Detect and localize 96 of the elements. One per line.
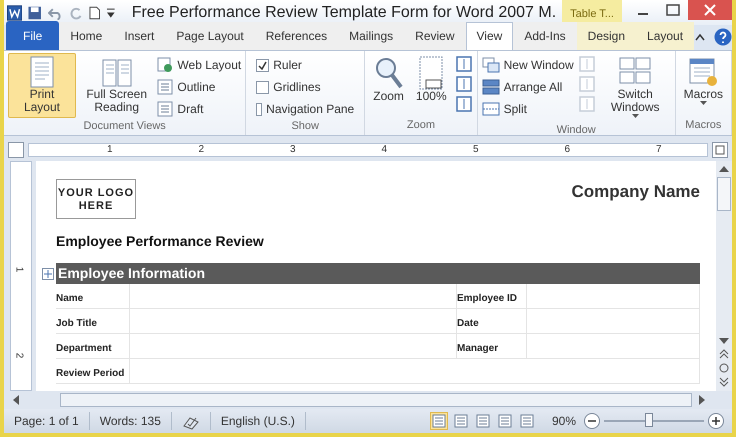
page-count[interactable]: Page: 1 of 1 <box>4 412 90 430</box>
zoom-in-button[interactable] <box>708 413 724 429</box>
ribbon-tab[interactable]: Home <box>59 22 114 50</box>
group-label: Document Views <box>82 119 167 134</box>
field-label: Department <box>56 334 130 358</box>
split-window-icon <box>482 101 500 117</box>
view-ruler-icon[interactable] <box>712 142 728 158</box>
window-title: Free Performance Review Template Form for Word 2007 M. <box>132 2 556 22</box>
checkbox[interactable]: Gridlines <box>256 78 354 96</box>
field-label: Date <box>457 309 527 333</box>
ruler-number: 2 <box>12 352 26 358</box>
browse-object-icon[interactable] <box>719 363 729 373</box>
help-icon[interactable] <box>714 28 732 46</box>
new-document-icon[interactable] <box>88 6 100 20</box>
ribbon-button[interactable]: Switch Windows <box>600 53 671 122</box>
ribbon-button[interactable]: Print Layout <box>8 53 76 118</box>
scroll-up-icon[interactable] <box>719 165 729 173</box>
ribbon-button[interactable]: Zoom <box>369 53 408 116</box>
field-label: Manager <box>457 334 527 358</box>
view-button[interactable] <box>518 412 536 430</box>
next-page-icon[interactable] <box>719 377 729 387</box>
ribbon-button[interactable]: Macros <box>680 53 727 116</box>
lines-page-icon <box>157 79 174 95</box>
previous-page-icon[interactable] <box>719 349 729 359</box>
ribbon-tab[interactable]: References <box>254 22 338 50</box>
undo-icon[interactable] <box>48 6 64 20</box>
ribbon-tab[interactable]: Layout <box>636 22 694 50</box>
field-label: Employee ID <box>457 284 527 308</box>
customize-caret-icon[interactable] <box>106 6 116 18</box>
ribbon-tab[interactable]: Mailings <box>338 22 404 50</box>
ribbon-button[interactable]: Arrange All <box>482 78 574 96</box>
ruler-number: 2 <box>198 144 204 156</box>
ribbon-tab[interactable]: Page Layout <box>165 22 255 50</box>
scrollbar-thumb[interactable] <box>60 393 692 407</box>
checkbox[interactable]: Ruler <box>256 56 354 74</box>
ruler-number: 3 <box>290 144 296 156</box>
ruler-number: 6 <box>564 144 570 156</box>
one-page-icon[interactable] <box>454 56 473 72</box>
ribbon-button[interactable]: New Window <box>482 56 574 74</box>
zoom-out-button[interactable] <box>584 413 600 429</box>
logo-text: YOUR LOGO HERE <box>58 187 134 212</box>
slider-thumb[interactable] <box>645 413 653 427</box>
ribbon-button[interactable]: Split <box>482 100 574 118</box>
tab-selector[interactable] <box>8 142 24 158</box>
ribbon-tab[interactable]: View <box>466 22 514 50</box>
language-indicator[interactable]: English (U.S.) <box>210 412 306 430</box>
group-label: Window <box>556 123 597 138</box>
word-count[interactable]: Words: 135 <box>90 412 172 430</box>
group-label: Show <box>290 119 320 134</box>
field-label: Name <box>56 284 130 308</box>
scroll-right-icon[interactable] <box>698 395 706 405</box>
globe-page-icon <box>157 57 174 73</box>
close-icon[interactable] <box>688 0 732 20</box>
checkbox[interactable]: Navigation Pane <box>256 100 354 118</box>
stacked-windows-icon <box>482 79 500 95</box>
ribbon-button[interactable]: Full Screen Reading <box>80 53 154 118</box>
scroll-down-icon[interactable] <box>719 337 729 345</box>
ribbon-tab[interactable]: Review <box>404 22 466 50</box>
zoom-level[interactable]: 90% <box>552 412 576 430</box>
ribbon-tab[interactable]: Design <box>576 22 636 50</box>
ruler-number: 4 <box>382 144 388 156</box>
macro-sheet-icon <box>688 56 718 88</box>
scrollbar-thumb[interactable] <box>717 177 731 211</box>
view-button[interactable] <box>474 412 492 430</box>
view-button[interactable] <box>452 412 470 430</box>
group-label: Macros <box>684 118 722 132</box>
ribbon-button[interactable]: Outline <box>157 78 242 96</box>
ruler-number: 7 <box>656 144 662 156</box>
ribbon-button[interactable]: 100% <box>412 53 451 116</box>
view-button[interactable] <box>430 412 448 430</box>
ribbon-tab[interactable]: Insert <box>113 22 166 50</box>
ribbon-button[interactable]: Draft <box>157 100 242 118</box>
file-menu-tab[interactable]: File <box>6 21 60 50</box>
collapse-ribbon-icon[interactable] <box>694 32 706 42</box>
document-heading: Employee Performance Review <box>56 232 265 251</box>
plus-icon <box>712 417 720 425</box>
company-name: Company Name <box>572 181 700 203</box>
new-window-icon <box>482 57 500 73</box>
ribbon-tab[interactable]: Add-Ins <box>513 22 577 50</box>
check-icon <box>258 60 268 70</box>
move-handle-icon[interactable] <box>42 268 54 280</box>
page-100-icon <box>417 56 446 90</box>
field-label: Review Period <box>56 359 130 383</box>
section-header: Employee Information <box>56 263 700 284</box>
field-label: Job Title <box>56 309 130 333</box>
lines-page-icon <box>157 101 174 117</box>
group-label: Zoom <box>406 118 436 132</box>
word-app-icon[interactable] <box>7 4 22 20</box>
ribbon-button[interactable]: Web Layout <box>157 56 242 74</box>
ruler-number: 1 <box>12 266 26 272</box>
save-icon[interactable] <box>28 6 42 20</box>
ruler-number: 1 <box>107 144 113 156</box>
search-icon <box>374 56 404 90</box>
scroll-left-icon[interactable] <box>12 395 20 405</box>
ruler-number: 5 <box>473 144 479 156</box>
view-button[interactable] <box>496 412 514 430</box>
